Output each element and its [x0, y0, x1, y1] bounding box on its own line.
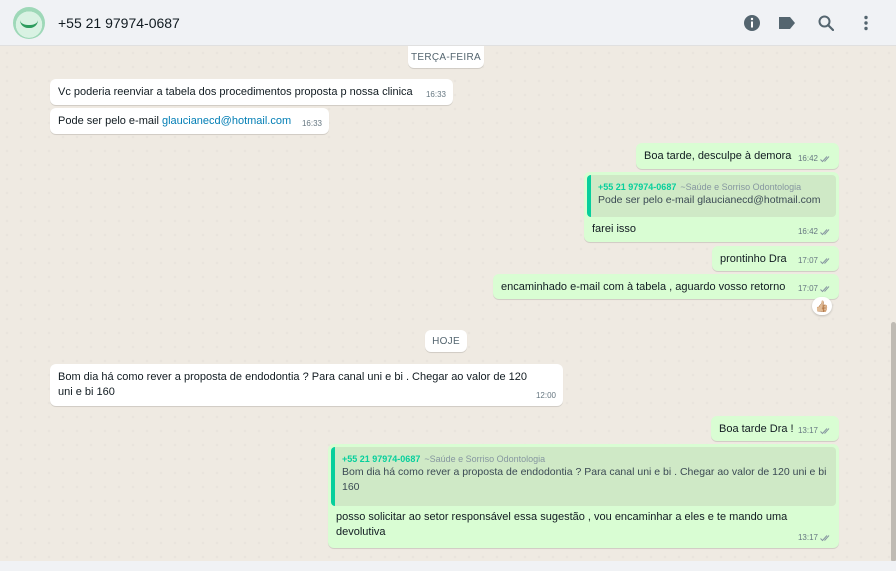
quote-author: +55 21 97974-0687 — [598, 182, 677, 192]
message-time: 12:00 — [535, 391, 556, 400]
chat-scrollbar[interactable] — [891, 322, 896, 562]
date-separator-tuesday: TERÇA-FEIRA — [408, 46, 484, 68]
message-outgoing-reply[interactable]: +55 21 97974-0687 ~Saúde e Sorriso Odonto… — [584, 172, 839, 242]
chat-area[interactable]: TERÇA-FEIRA Vc poderia reenviar a tabela… — [0, 46, 896, 561]
message-text: posso solicitar ao setor responsável ess… — [336, 511, 788, 538]
email-link[interactable]: glaucianecd@hotmail.com — [162, 115, 291, 127]
avatar[interactable] — [13, 7, 45, 39]
read-ticks-icon — [820, 155, 830, 162]
quoted-message[interactable]: +55 21 97974-0687 ~Saúde e Sorriso Odonto… — [331, 447, 836, 506]
avatar-logo — [20, 20, 38, 28]
search-icon[interactable] — [815, 12, 837, 34]
message-outgoing[interactable]: Boa tarde, desculpe à demora 16:42 — [636, 143, 839, 169]
message-outgoing-reply[interactable]: +55 21 97974-0687 ~Saúde e Sorriso Odonto… — [328, 444, 839, 548]
chat-header: +55 21 97974-0687 — [0, 0, 896, 46]
message-text: Pode ser pelo e-mail glaucianecd@hotmail… — [58, 115, 292, 127]
message-text: Boa tarde, desculpe à demora — [644, 150, 792, 162]
message-time: 13:17 — [797, 426, 818, 435]
menu-icon[interactable] — [855, 12, 877, 34]
quote-group: ~Saúde e Sorriso Odontologia — [424, 454, 546, 464]
message-time: 16:42 — [797, 227, 818, 236]
read-ticks-icon — [820, 228, 830, 235]
message-time: 13:17 — [797, 533, 818, 542]
message-text: Vc poderia reenviar a tabela dos procedi… — [58, 86, 413, 98]
message-outgoing[interactable]: Boa tarde Dra ! 13:17 — [711, 416, 839, 441]
message-time: 17:07 — [797, 284, 818, 293]
read-ticks-icon — [820, 257, 830, 264]
message-time: 16:33 — [425, 90, 446, 99]
message-time: 16:33 — [301, 119, 322, 128]
quote-text: Pode ser pelo e-mail glaucianecd@hotmail… — [598, 194, 821, 206]
read-ticks-icon — [820, 534, 830, 541]
message-incoming[interactable]: Vc poderia reenviar a tabela dos procedi… — [50, 79, 453, 105]
read-ticks-icon — [820, 285, 830, 292]
reaction-thumbs-up[interactable]: 👍🏼 — [812, 297, 832, 315]
message-outgoing[interactable]: encaminhado e-mail com à tabela , aguard… — [493, 274, 839, 299]
contact-name[interactable]: +55 21 97974-0687 — [58, 15, 180, 31]
label-icon[interactable] — [776, 12, 798, 34]
message-outgoing[interactable]: prontinho Dra 17:07 — [712, 246, 839, 271]
message-incoming[interactable]: Bom dia há como rever a proposta de endo… — [50, 364, 563, 406]
read-ticks-icon — [820, 427, 830, 434]
message-text: Bom dia há como rever a proposta de endo… — [58, 371, 528, 398]
date-separator-today: HOJE — [425, 330, 467, 352]
message-text: prontinho Dra — [720, 253, 787, 265]
quoted-message[interactable]: +55 21 97974-0687 ~Saúde e Sorriso Odonto… — [587, 175, 836, 217]
message-text: farei isso — [592, 223, 637, 235]
message-incoming[interactable]: Pode ser pelo e-mail glaucianecd@hotmail… — [50, 108, 329, 134]
quote-text: Bom dia há como rever a proposta de endo… — [342, 466, 827, 493]
message-time: 17:07 — [797, 256, 818, 265]
info-icon[interactable] — [741, 12, 763, 34]
message-time: 16:42 — [797, 154, 818, 163]
message-text: Boa tarde Dra ! — [719, 423, 794, 435]
footer-bar — [0, 561, 896, 571]
quote-author: +55 21 97974-0687 — [342, 454, 421, 464]
quote-group: ~Saúde e Sorriso Odontologia — [680, 182, 802, 192]
message-text: encaminhado e-mail com à tabela , aguard… — [501, 281, 786, 293]
